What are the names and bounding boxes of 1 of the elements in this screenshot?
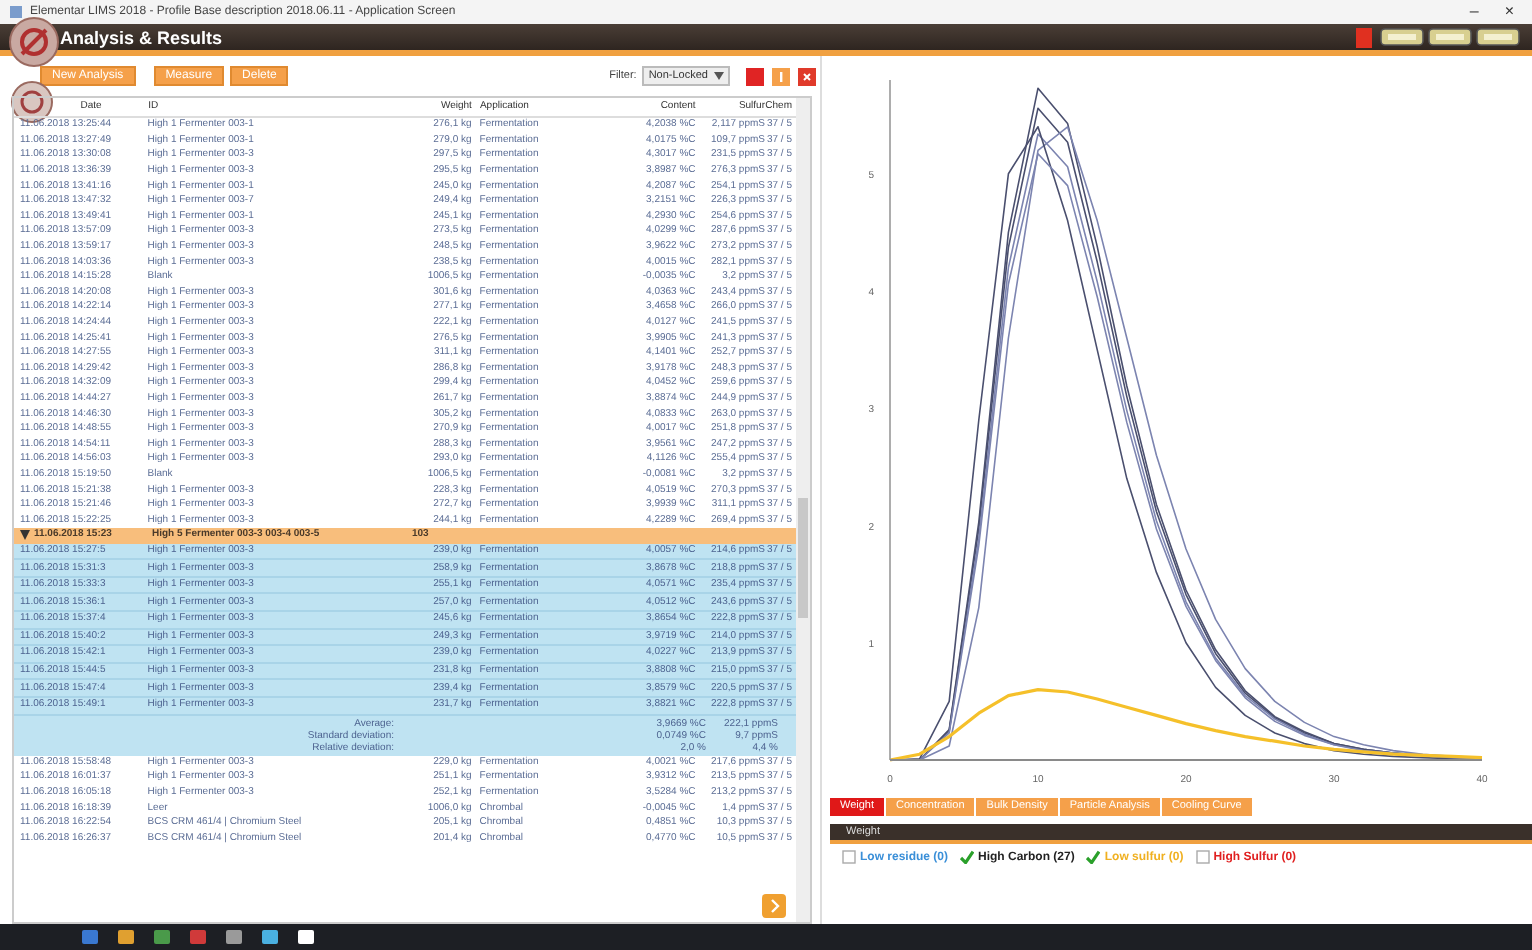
page-title: Analysis & Results bbox=[60, 27, 223, 47]
